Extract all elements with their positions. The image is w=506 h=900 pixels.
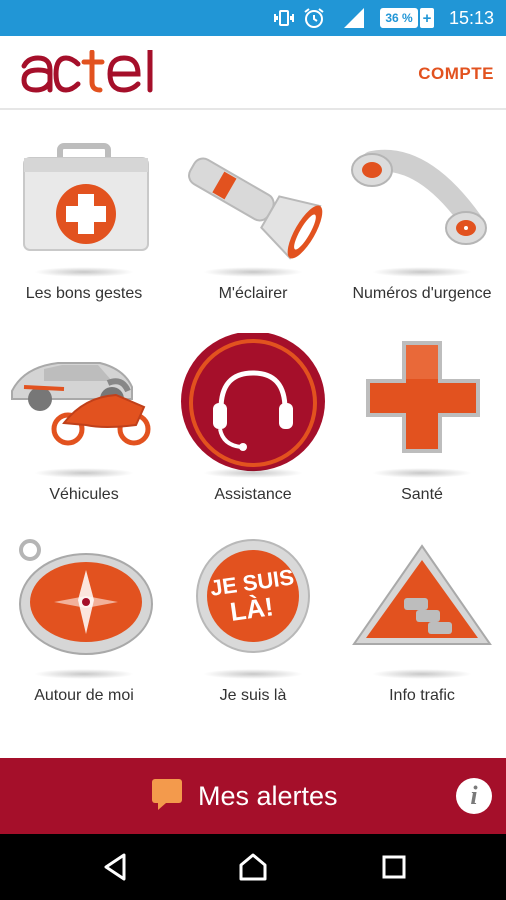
phone-handset-icon (342, 132, 502, 272)
tile-label: Je suis là (219, 687, 287, 704)
svg-text:LÀ!: LÀ! (228, 591, 275, 627)
back-icon[interactable] (100, 851, 132, 883)
chat-bubble-icon (150, 777, 184, 816)
tile-numeros-d-urgence[interactable]: Numéros d'urgence (338, 132, 506, 322)
alerts-bar: Mes alertes i (0, 758, 506, 834)
alarm-icon (302, 0, 326, 36)
recents-icon[interactable] (378, 851, 410, 883)
tile-label: M'éclairer (218, 285, 288, 302)
tile-shadow (34, 669, 134, 679)
tile-sante[interactable]: Santé (338, 333, 506, 523)
tile-les-bons-gestes[interactable]: Les bons gestes (0, 132, 168, 322)
headset-icon (173, 331, 333, 473)
home-icon[interactable] (237, 851, 269, 883)
app-root: 36 % + 15:13 COMPTE Les bons gestes M'éc… (0, 0, 506, 900)
medical-cross-icon (342, 333, 502, 473)
compass-icon (4, 534, 164, 674)
tile-info-trafic[interactable]: Info trafic (338, 534, 506, 724)
tile-label: Assistance (214, 486, 292, 503)
tile-label: Info trafic (389, 687, 455, 704)
mes-alertes-button[interactable]: Mes alertes (150, 772, 338, 820)
tile-shadow (34, 267, 134, 277)
tile-autour-de-moi[interactable]: Autour de moi (0, 534, 168, 724)
signal-icon (342, 0, 366, 36)
status-time: 15:13 (448, 7, 494, 28)
app-header: COMPTE (0, 36, 506, 110)
info-button[interactable]: i (456, 778, 492, 814)
car-motorcycle-icon (4, 333, 164, 473)
tile-shadow (203, 468, 303, 478)
tile-shadow (372, 468, 472, 478)
mes-alertes-label: Mes alertes (198, 780, 338, 811)
tile-assistance[interactable]: Assistance (169, 331, 337, 523)
actel-logo (18, 47, 158, 101)
tile-shadow (34, 468, 134, 478)
tile-label: Véhicules (49, 486, 119, 503)
tile-shadow (203, 267, 303, 277)
battery-icon: 36 % + (380, 0, 434, 36)
first-aid-kit-icon (4, 132, 164, 272)
vibrate-icon (272, 0, 296, 36)
tile-label: Numéros d'urgence (352, 285, 492, 302)
charging-indicator: + (420, 8, 434, 28)
navigation-bar (0, 834, 506, 900)
tile-label: Santé (401, 486, 443, 503)
tile-m-eclairer[interactable]: M'éclairer (169, 132, 337, 322)
je-suis-la-badge-icon: JE SUIS LÀ! (173, 534, 333, 674)
tile-label: Autour de moi (34, 687, 134, 704)
account-button[interactable]: COMPTE (418, 64, 494, 84)
tile-shadow (203, 669, 303, 679)
tile-je-suis-la[interactable]: JE SUIS LÀ! Je suis là (169, 534, 337, 724)
tile-vehicules[interactable]: Véhicules (0, 333, 168, 523)
tile-shadow (372, 669, 472, 679)
tile-shadow (372, 267, 472, 277)
flashlight-icon (173, 132, 333, 272)
tile-label: Les bons gestes (25, 285, 143, 302)
status-bar: 36 % + 15:13 (0, 0, 506, 36)
traffic-warning-icon (342, 534, 502, 674)
battery-level: 36 % (380, 8, 418, 28)
